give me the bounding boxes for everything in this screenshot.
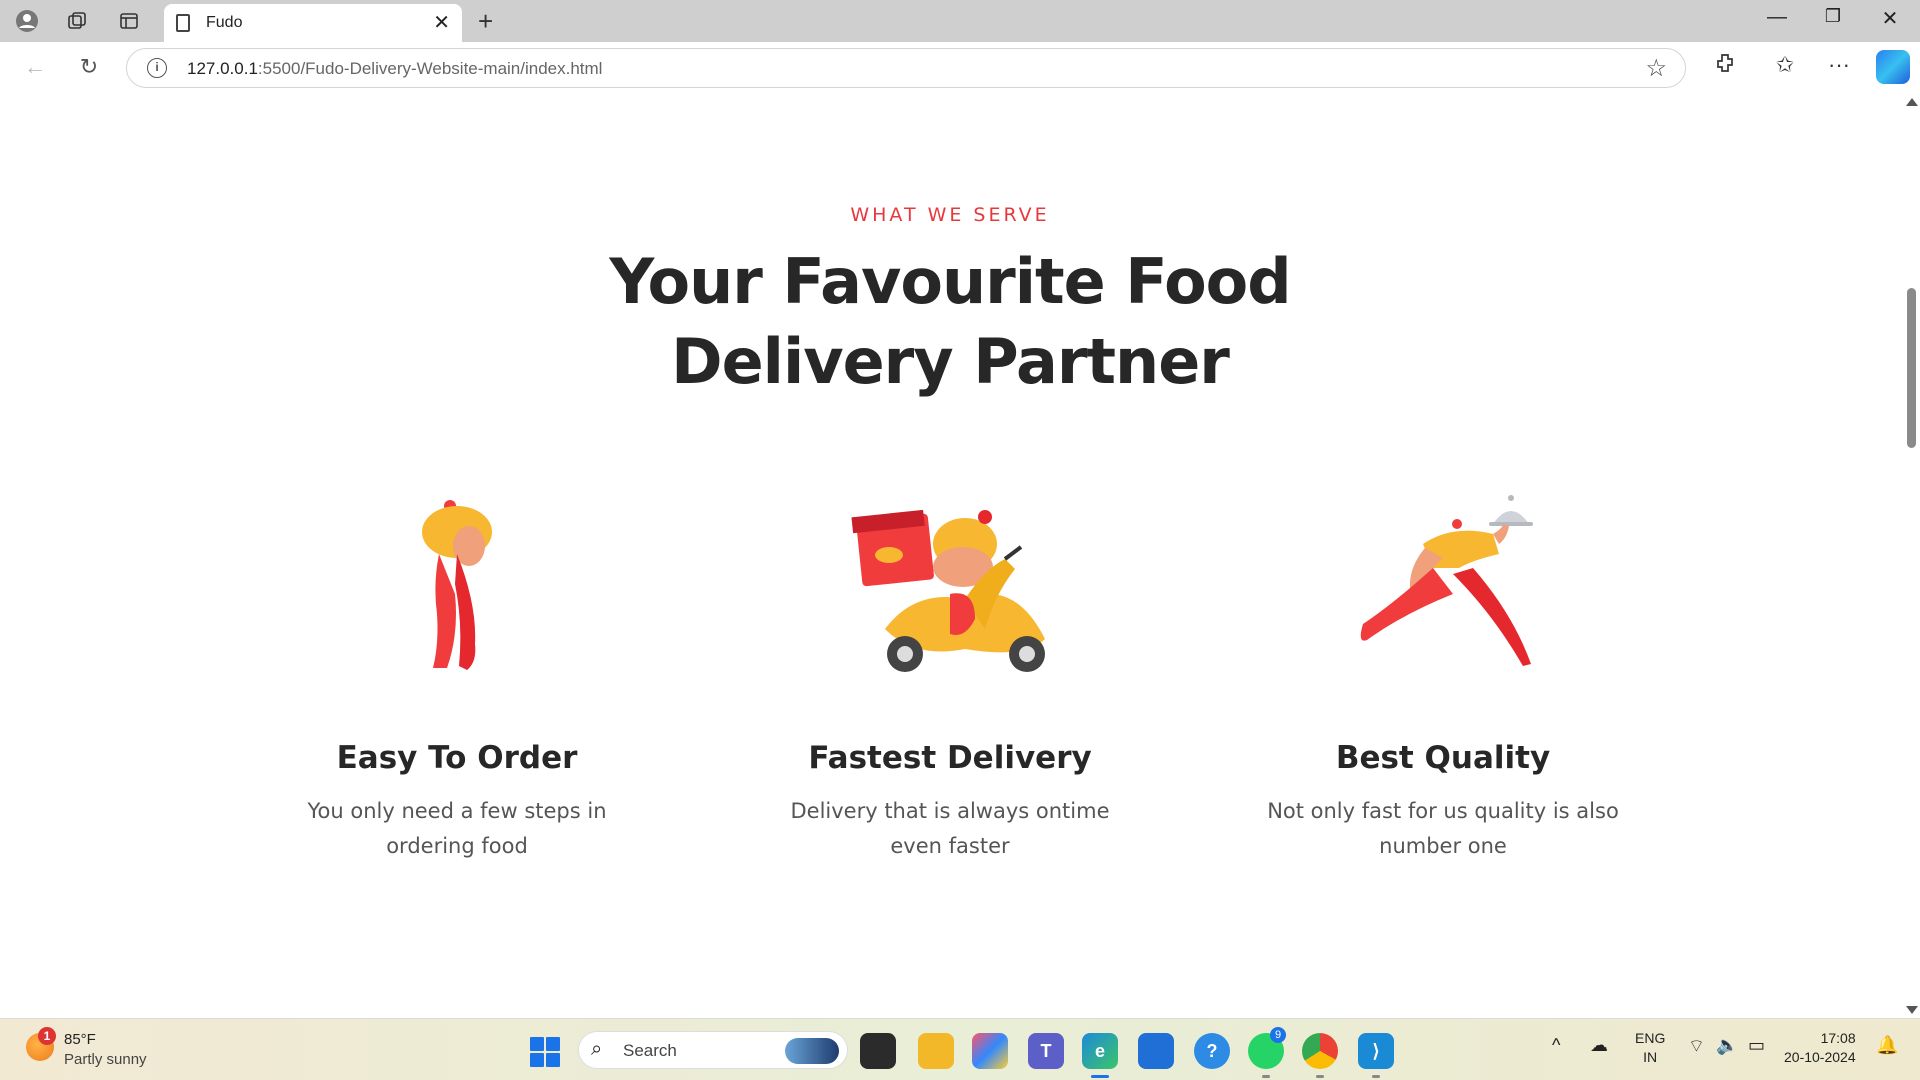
help-icon[interactable]: ? xyxy=(1194,1033,1230,1069)
tab-title: Fudo xyxy=(206,14,243,31)
vscode-icon[interactable]: ⟩ xyxy=(1358,1033,1394,1069)
weather-description[interactable]: Partly sunny xyxy=(64,1051,147,1068)
workspaces-icon[interactable] xyxy=(64,8,90,34)
more-options-icon[interactable]: ··· xyxy=(1822,52,1856,78)
system-clock[interactable]: 17:08 20-10-2024 xyxy=(1784,1029,1856,1067)
scroll-down-arrow-icon[interactable] xyxy=(1906,1006,1918,1014)
url-text[interactable]: 127.0.0.1:5500/Fudo-Delivery-Website-mai… xyxy=(187,59,602,79)
feature-easy-to-order: Easy To Order You only need a few steps … xyxy=(247,94,667,1018)
site-info-icon[interactable]: i xyxy=(147,58,167,78)
restore-button[interactable]: ❐ xyxy=(1813,6,1853,27)
weather-alert-badge: 1 xyxy=(38,1027,56,1045)
vscode-indicator xyxy=(1372,1075,1380,1078)
onedrive-cloud-icon[interactable]: ☁ xyxy=(1590,1035,1608,1056)
task-view-icon[interactable] xyxy=(860,1033,896,1069)
browser-tab-bar: Fudo ✕ + — ❐ ✕ xyxy=(0,0,1920,42)
store-icon[interactable] xyxy=(1138,1033,1174,1069)
taskbar-search[interactable]: ⌕ Search xyxy=(578,1031,848,1069)
feature-best-quality: Best Quality Not only fast for us qualit… xyxy=(1233,94,1653,1018)
teams-icon[interactable]: T xyxy=(1028,1033,1064,1069)
scooter-delivery-icon xyxy=(851,509,1045,672)
whatsapp-badge: 9 xyxy=(1270,1027,1286,1043)
feature-title: Fastest Delivery xyxy=(808,740,1092,776)
windows-start-icon[interactable] xyxy=(530,1037,560,1067)
file-explorer-icon[interactable] xyxy=(918,1033,954,1069)
profile-icon[interactable] xyxy=(14,8,40,34)
browser-toolbar: ← ↻ i 127.0.0.1:5500/Fudo-Delivery-Websi… xyxy=(0,42,1920,94)
address-bar[interactable]: i 127.0.0.1:5500/Fudo-Delivery-Website-m… xyxy=(126,48,1686,88)
tab-fudo[interactable]: Fudo ✕ xyxy=(164,4,462,42)
copilot-app-icon[interactable] xyxy=(972,1033,1008,1069)
vertical-tabs-icon[interactable] xyxy=(116,8,142,34)
edge-icon[interactable]: e xyxy=(1082,1033,1118,1069)
minimize-button[interactable]: — xyxy=(1757,6,1797,29)
chevron-up-icon[interactable]: ^ xyxy=(1552,1035,1560,1056)
language-indicator[interactable]: ENG IN xyxy=(1635,1029,1665,1067)
feature-description: Not only fast for us quality is also num… xyxy=(1267,799,1619,858)
refresh-icon[interactable]: ↻ xyxy=(74,54,104,80)
running-waiter-icon xyxy=(1360,495,1533,666)
scrollbar-thumb[interactable] xyxy=(1907,288,1916,448)
copilot-icon[interactable] xyxy=(1876,50,1910,84)
feature-description: Delivery that is always ontime even fast… xyxy=(790,799,1110,858)
vertical-scrollbar[interactable] xyxy=(1902,94,1920,1018)
weather-temperature[interactable]: 85°F xyxy=(64,1031,96,1048)
volume-icon[interactable]: 🔈 xyxy=(1716,1035,1738,1056)
back-arrow-icon[interactable]: ← xyxy=(20,54,50,80)
extensions-icon[interactable] xyxy=(1708,52,1742,80)
chrome-indicator xyxy=(1316,1075,1324,1078)
scroll-up-arrow-icon[interactable] xyxy=(1906,98,1918,106)
whatsapp-indicator xyxy=(1262,1075,1270,1078)
notifications-bell-icon[interactable]: 🔔 xyxy=(1876,1035,1898,1056)
page-viewport: WHAT WE SERVE Your Favourite Food Delive… xyxy=(0,94,1920,1018)
wifi-icon[interactable]: ⌔ xyxy=(1688,1035,1705,1058)
feature-fastest-delivery: Fastest Delivery Delivery that is always… xyxy=(740,94,1160,1018)
edge-active-indicator xyxy=(1091,1075,1109,1078)
battery-icon[interactable]: ▭ xyxy=(1748,1035,1765,1056)
search-highlight-icon xyxy=(785,1038,839,1064)
feature-title: Easy To Order xyxy=(336,740,578,776)
search-placeholder: Search xyxy=(623,1041,677,1060)
chrome-icon[interactable] xyxy=(1302,1033,1338,1069)
feature-description: You only need a few steps in ordering fo… xyxy=(307,799,607,858)
feature-title: Best Quality xyxy=(1335,740,1551,776)
favorites-icon[interactable]: ✩ xyxy=(1768,52,1802,78)
page-icon xyxy=(176,14,190,32)
new-tab-button[interactable]: + xyxy=(478,6,493,37)
close-tab-icon[interactable]: ✕ xyxy=(433,10,450,35)
close-window-button[interactable]: ✕ xyxy=(1870,6,1910,31)
person-standing-icon xyxy=(422,500,492,670)
favorite-star-icon[interactable]: ☆ xyxy=(1645,54,1667,83)
windows-taskbar: 1 85°F Partly sunny ⌕ Search T e ? 9 ⟩ ^… xyxy=(0,1018,1920,1080)
search-icon: ⌕ xyxy=(591,1038,603,1060)
